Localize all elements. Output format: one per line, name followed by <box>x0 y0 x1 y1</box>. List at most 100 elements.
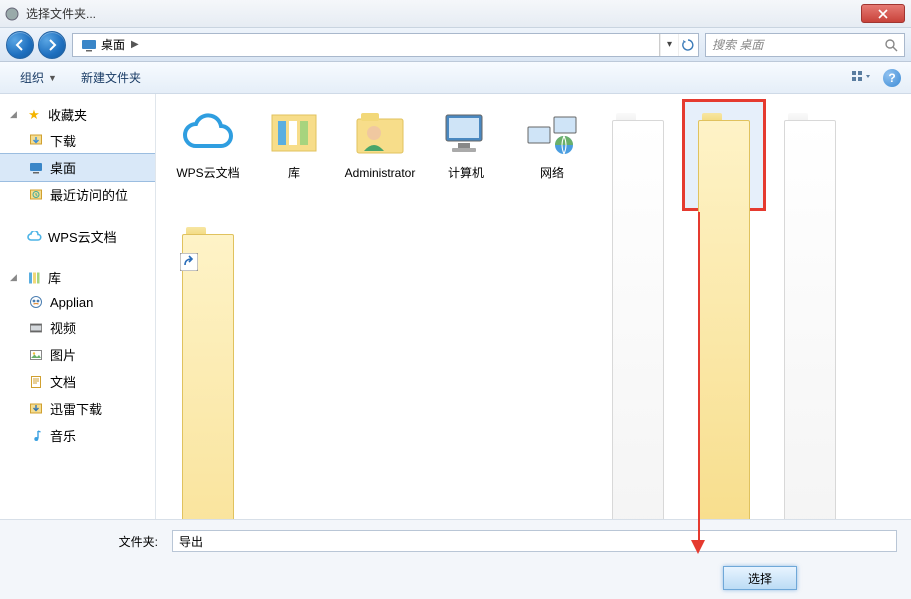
breadcrumb-segment-desktop[interactable]: 桌面 ▶ <box>75 34 147 56</box>
sidebar-item-label: 迅雷下载 <box>50 399 102 418</box>
sidebar-head-libraries[interactable]: ◢ 库 <box>0 265 155 290</box>
folder-name-input[interactable] <box>172 530 897 552</box>
sidebar-item-desktop[interactable]: 桌面 <box>0 154 155 181</box>
new-folder-label: 新建文件夹 <box>81 69 141 86</box>
titlebar: 选择文件夹... <box>0 0 911 28</box>
file-label: Administrator <box>345 166 416 180</box>
sidebar-item-label: 图片 <box>50 345 76 364</box>
file-label: WPS云文档 <box>176 166 239 180</box>
file-label: 计算机 <box>448 166 484 180</box>
file-item-administrator[interactable]: Administrator <box>339 100 421 210</box>
search-placeholder: 搜索 桌面 <box>712 36 763 53</box>
sidebar-item-videos[interactable]: 视频 <box>0 314 155 341</box>
sidebar-item-applian[interactable]: Applian <box>0 290 155 314</box>
sidebar-group-wps: WPS云文档 <box>0 224 155 249</box>
sidebar-group-favorites: ◢ ★ 收藏夹 下载 桌面 最近访问的位 <box>0 102 155 208</box>
close-button[interactable] <box>861 4 905 23</box>
sidebar-item-label: 视频 <box>50 318 76 337</box>
file-label: 网络 <box>540 166 564 180</box>
file-grid: WPS云文档 库 Administrator 计算机 <box>167 100 905 324</box>
sidebar-item-music[interactable]: 音乐 <box>0 422 155 449</box>
folder-icon <box>608 106 668 162</box>
wps-label: WPS云文档 <box>48 227 117 246</box>
sidebar-item-label: Applian <box>50 295 93 310</box>
caret-icon: ◢ <box>10 109 20 120</box>
sidebar-item-xunlei[interactable]: 迅雷下载 <box>0 395 155 422</box>
file-item-export[interactable]: 导出 <box>683 100 765 210</box>
organize-label: 组织 <box>20 69 44 86</box>
file-item-win[interactable]: win <box>597 100 679 210</box>
sidebar-item-downloads[interactable]: 下载 <box>0 127 155 154</box>
documents-icon <box>28 374 44 390</box>
app-icon <box>28 294 44 310</box>
file-item-xunlei[interactable]: 迅雷下载 <box>167 214 249 324</box>
xunlei-icon <box>28 401 44 417</box>
search-input[interactable]: 搜索 桌面 <box>705 33 905 57</box>
sidebar-item-label: 下载 <box>50 131 76 150</box>
recent-icon <box>28 187 44 203</box>
navbar: 桌面 ▶ ▾ 搜索 桌面 <box>0 28 911 62</box>
userfolder-icon <box>350 106 410 162</box>
help-button[interactable]: ? <box>883 69 901 87</box>
breadcrumb-dropdown[interactable]: ▾ <box>660 34 678 56</box>
file-item-network[interactable]: 网络 <box>511 100 593 210</box>
star-icon: ★ <box>26 107 42 123</box>
annotation-arrowhead <box>691 540 705 554</box>
cloud-icon <box>178 106 238 162</box>
sidebar-group-libraries: ◢ 库 Applian 视频 图片 文档 迅雷下载 <box>0 265 155 449</box>
body: ◢ ★ 收藏夹 下载 桌面 最近访问的位 WPS云文档 <box>0 94 911 519</box>
folder-field-label: 文件夹: <box>14 533 164 550</box>
footer: 文件夹: 选择 <box>0 519 911 599</box>
caret-icon: ◢ <box>10 272 20 283</box>
breadcrumb[interactable]: 桌面 ▶ ▾ <box>72 33 699 57</box>
sidebar: ◢ ★ 收藏夹 下载 桌面 最近访问的位 WPS云文档 <box>0 94 156 519</box>
libraries-label: 库 <box>48 268 61 287</box>
file-item-library[interactable]: 库 <box>253 100 335 210</box>
file-item-computer[interactable]: 计算机 <box>425 100 507 210</box>
file-label: 库 <box>288 166 300 180</box>
folder-shortcut-icon <box>178 220 238 276</box>
select-button[interactable]: 选择 <box>723 566 797 590</box>
window-title: 选择文件夹... <box>26 5 96 22</box>
download-icon <box>28 133 44 149</box>
breadcrumb-label: 桌面 <box>101 36 125 53</box>
network-icon <box>522 106 582 162</box>
new-folder-button[interactable]: 新建文件夹 <box>71 65 151 90</box>
sidebar-head-wps[interactable]: WPS云文档 <box>0 224 155 249</box>
video-icon <box>28 320 44 336</box>
chevron-down-icon: ▼ <box>48 73 57 83</box>
folder-icon <box>694 106 754 162</box>
desktop-icon <box>81 37 97 53</box>
toolbar: 组织 ▼ 新建文件夹 ? <box>0 62 911 94</box>
annotation-line <box>698 212 700 542</box>
sidebar-item-label: 最近访问的位 <box>50 185 128 204</box>
desktop-icon <box>28 160 44 176</box>
sidebar-item-recent[interactable]: 最近访问的位 <box>0 181 155 208</box>
cloud-icon <box>26 229 42 245</box>
library-icon <box>26 270 42 286</box>
refresh-button[interactable] <box>678 34 696 56</box>
sidebar-item-documents[interactable]: 文档 <box>0 368 155 395</box>
forward-button[interactable] <box>38 31 66 59</box>
music-icon <box>28 428 44 444</box>
view-options-button[interactable] <box>851 69 873 87</box>
computer-icon <box>436 106 496 162</box>
sidebar-item-label: 音乐 <box>50 426 76 445</box>
sidebar-item-label: 桌面 <box>50 158 76 177</box>
select-button-label: 选择 <box>748 570 772 587</box>
pictures-icon <box>28 347 44 363</box>
chevron-right-icon: ▶ <box>129 39 141 50</box>
sidebar-head-favorites[interactable]: ◢ ★ 收藏夹 <box>0 102 155 127</box>
file-item-downloads[interactable]: 下载 <box>769 100 851 210</box>
app-icon <box>4 6 20 22</box>
favorites-label: 收藏夹 <box>48 105 87 124</box>
folder-icon <box>780 106 840 162</box>
file-item-wpscloud[interactable]: WPS云文档 <box>167 100 249 210</box>
sidebar-item-label: 文档 <box>50 372 76 391</box>
organize-button[interactable]: 组织 ▼ <box>10 65 67 90</box>
back-button[interactable] <box>6 31 34 59</box>
file-area[interactable]: WPS云文档 库 Administrator 计算机 <box>161 94 911 519</box>
sidebar-item-pictures[interactable]: 图片 <box>0 341 155 368</box>
library-icon <box>264 106 324 162</box>
search-icon <box>884 38 898 52</box>
